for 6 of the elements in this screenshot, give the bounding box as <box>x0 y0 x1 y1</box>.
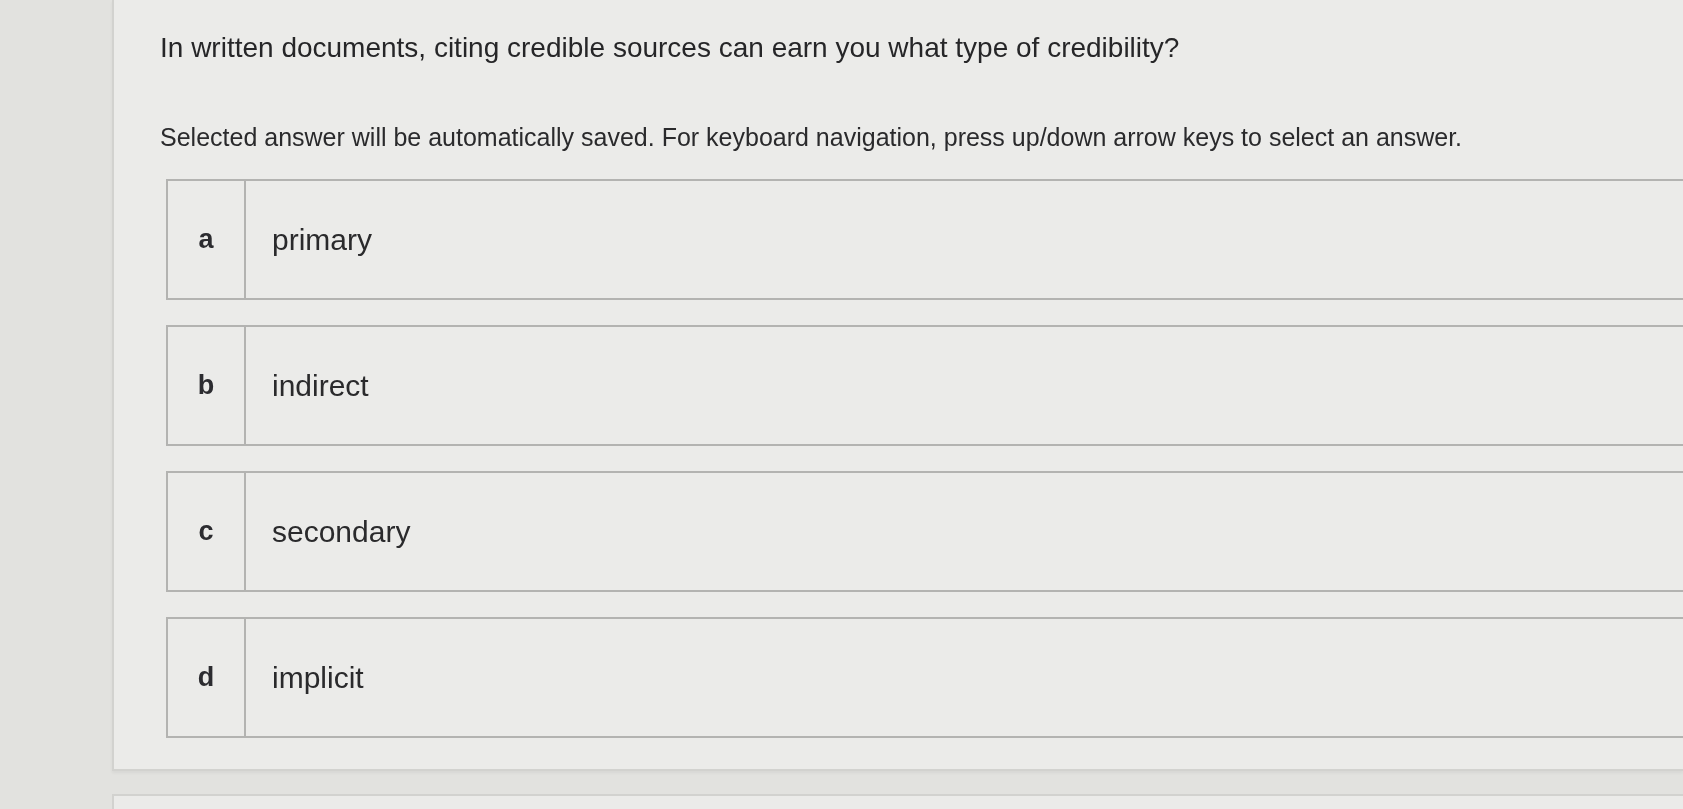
answer-option[interactable]: d implicit <box>166 617 1683 738</box>
answer-option[interactable]: a primary <box>166 179 1683 300</box>
answer-option[interactable]: c secondary <box>166 471 1683 592</box>
question-text: In written documents, citing credible sources can earn you what type of credibility? <box>160 31 1181 65</box>
answer-option[interactable]: b indirect <box>166 325 1683 446</box>
instruction-text: Selected answer will be automatically saved. For keyboard navigation, press up/down arrow keys to select an answer. <box>160 122 1464 152</box>
